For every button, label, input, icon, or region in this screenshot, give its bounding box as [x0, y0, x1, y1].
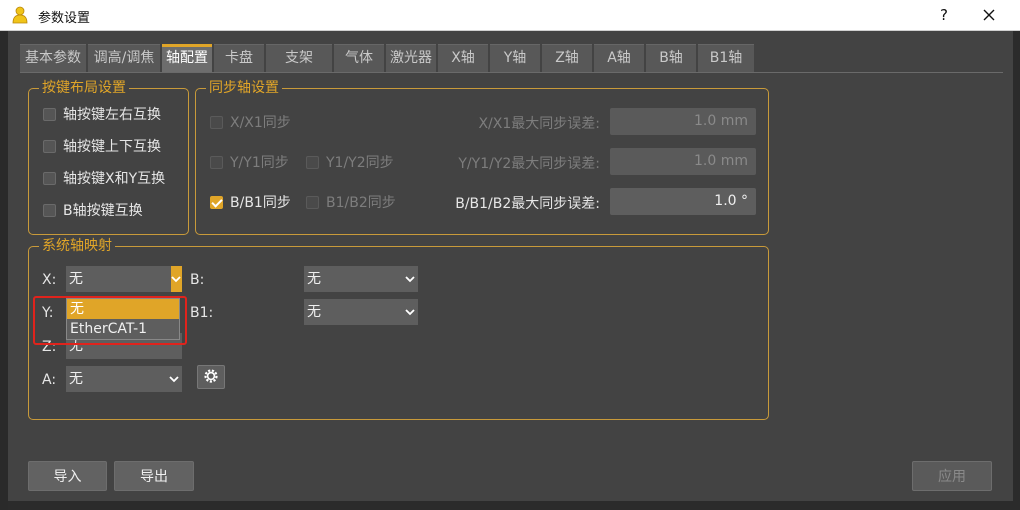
checkbox-label: 轴按键上下互换: [63, 139, 161, 155]
y-y1-sync-option[interactable]: Y/Y1同步: [210, 152, 289, 172]
tab-x-axis[interactable]: X轴: [438, 44, 488, 72]
sync-axis-title: 同步轴设置: [206, 79, 282, 97]
chevron-down-icon: [405, 276, 415, 283]
window-title: 参数设置: [38, 11, 91, 26]
b-b1-sync-option[interactable]: B/B1同步: [210, 192, 291, 212]
b1-b2-sync-option[interactable]: B1/B2同步: [306, 192, 396, 212]
checkbox[interactable]: [43, 171, 56, 185]
b1-axis-select[interactable]: 无: [304, 299, 418, 325]
checkbox[interactable]: [210, 155, 223, 169]
b-axis-label: B:: [190, 272, 205, 288]
checkbox[interactable]: [210, 115, 223, 129]
gear-icon: [204, 368, 218, 383]
button-layout-title: 按键布局设置: [39, 79, 129, 97]
gear-button[interactable]: [197, 365, 225, 389]
x-x1-max-error-field[interactable]: 1.0 mm: [610, 108, 756, 135]
b1-axis-label: B1:: [190, 305, 214, 321]
swap-b-axis-option[interactable]: B轴按键互换: [43, 200, 143, 220]
swap-left-right-option[interactable]: 轴按键左右互换: [43, 104, 161, 124]
checkbox-label: Y1/Y2同步: [326, 155, 394, 171]
checkbox-label: X/X1同步: [230, 115, 291, 131]
swap-up-down-option[interactable]: 轴按键上下互换: [43, 136, 161, 156]
tab-a-axis[interactable]: A轴: [594, 44, 644, 72]
x-axis-value: 无: [69, 271, 83, 287]
chevron-down-icon: [169, 376, 179, 383]
checkbox-label: B/B1同步: [230, 195, 291, 211]
checkbox-label: B1/B2同步: [326, 195, 396, 211]
a-axis-value: 无: [69, 371, 83, 387]
tab-chuck[interactable]: 卡盘: [214, 44, 264, 72]
window-edge: [0, 31, 8, 510]
tab-b1-axis[interactable]: B1轴: [698, 44, 754, 72]
x-x1-sync-option[interactable]: X/X1同步: [210, 112, 291, 132]
y-y1-y2-max-error-label: Y/Y1/Y2最大同步误差:: [458, 156, 600, 172]
window-titlebar: 参数设置 ?: [0, 0, 1020, 31]
checkbox[interactable]: [306, 155, 319, 169]
checkbox[interactable]: [43, 139, 56, 153]
tab-axis-config[interactable]: 轴配置: [162, 44, 212, 72]
b-b1-b2-max-error-label: B/B1/B2最大同步误差:: [455, 196, 600, 212]
checkbox[interactable]: [210, 195, 223, 209]
settings-dialog: 基本参数 调高/调焦 轴配置 卡盘 支架 气体 激光器 X轴 Y轴 Z轴 A轴 …: [8, 31, 1013, 501]
checkbox-label: 轴按键X和Y互换: [63, 171, 166, 187]
checkbox[interactable]: [306, 195, 319, 209]
tab-support[interactable]: 支架: [266, 44, 332, 72]
y-y1-y2-max-error-field[interactable]: 1.0 mm: [610, 148, 756, 175]
tab-basic-params[interactable]: 基本参数: [20, 44, 86, 72]
import-button[interactable]: 导入: [28, 461, 107, 491]
highlight-annotation: [33, 296, 187, 345]
sync-axis-group: 同步轴设置 X/X1同步 X/X1最大同步误差: 1.0 mm Y/Y1同步 Y…: [195, 79, 769, 235]
a-axis-select[interactable]: 无: [66, 366, 182, 392]
tab-gas[interactable]: 气体: [334, 44, 384, 72]
tab-divider: [20, 72, 1003, 73]
x-axis-select[interactable]: 无: [66, 266, 182, 292]
chevron-down-icon: [171, 276, 181, 283]
b-axis-value: 无: [307, 271, 321, 287]
checkbox-label: Y/Y1同步: [230, 155, 289, 171]
tab-height-focus[interactable]: 调高/调焦: [88, 44, 160, 72]
swap-x-y-option[interactable]: 轴按键X和Y互换: [43, 168, 165, 188]
tab-y-axis[interactable]: Y轴: [490, 44, 540, 72]
checkbox-label: B轴按键互换: [63, 203, 143, 219]
checkbox-label: 轴按键左右互换: [63, 107, 161, 123]
a-axis-label: A:: [42, 372, 57, 388]
checkbox[interactable]: [43, 107, 56, 121]
b-axis-select[interactable]: 无: [304, 266, 418, 292]
tab-b-axis[interactable]: B轴: [646, 44, 696, 72]
apply-button[interactable]: 应用: [912, 461, 992, 491]
y1-y2-sync-option[interactable]: Y1/Y2同步: [306, 152, 394, 172]
close-icon[interactable]: [978, 4, 1000, 26]
axis-mapping-title: 系统轴映射: [39, 237, 115, 255]
tab-z-axis[interactable]: Z轴: [542, 44, 592, 72]
x-axis-label: X:: [42, 272, 57, 288]
chevron-down-icon: [405, 309, 415, 316]
b-b1-b2-max-error-field[interactable]: 1.0 °: [610, 188, 756, 215]
checkbox[interactable]: [43, 203, 56, 217]
tab-laser[interactable]: 激光器: [386, 44, 436, 72]
user-icon: [12, 6, 28, 24]
b1-axis-value: 无: [307, 304, 321, 320]
export-button[interactable]: 导出: [114, 461, 194, 491]
x-x1-max-error-label: X/X1最大同步误差:: [478, 116, 600, 132]
help-button[interactable]: ?: [934, 4, 954, 26]
button-layout-group: 按键布局设置 轴按键左右互换 轴按键上下互换 轴按键X和Y互换 B轴按键互换: [28, 79, 189, 235]
